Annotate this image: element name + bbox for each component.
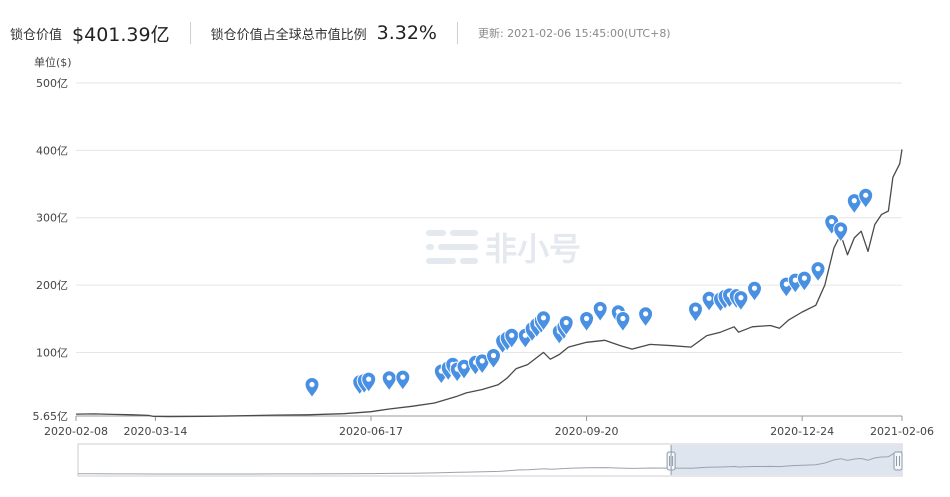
y-tick-label: 100亿 xyxy=(36,346,68,359)
event-pin-icon[interactable] xyxy=(746,280,763,303)
event-pin-icon[interactable] xyxy=(687,301,704,323)
y-axis-unit: 单位($) xyxy=(34,55,72,69)
x-tick-label: 2020-09-20 xyxy=(555,425,619,438)
event-pin-icon[interactable] xyxy=(485,348,502,370)
range-navigator[interactable] xyxy=(77,443,903,477)
event-pin-icon[interactable] xyxy=(796,270,812,293)
event-pin-icon[interactable] xyxy=(381,370,397,392)
tvl-line-chart[interactable]: 非小号 5.65亿 100亿 200亿 300亿 400亿 500亿 单位($) 2020-… xyxy=(0,0,950,497)
event-pin-icon[interactable] xyxy=(833,221,849,243)
watermark-logo-icon xyxy=(426,230,478,264)
x-axis: 2020-02-08 2020-03-14 2020-06-17 2020-09-20… xyxy=(44,416,934,438)
y-tick-label: 200亿 xyxy=(36,279,68,292)
watermark-text: 非小号 xyxy=(485,230,581,268)
event-pin-icon[interactable] xyxy=(858,187,874,210)
event-pin-icon[interactable] xyxy=(395,369,411,392)
event-pin-icon[interactable] xyxy=(638,306,654,328)
x-tick-label: 2020-02-08 xyxy=(44,425,108,438)
event-pin-icon[interactable] xyxy=(579,311,595,333)
event-pin-icon[interactable] xyxy=(592,300,608,323)
navigator-right-handle[interactable] xyxy=(893,451,903,471)
y-tick-label: 400亿 xyxy=(36,144,68,157)
event-markers xyxy=(304,187,874,399)
x-tick-label: 2020-12-24 xyxy=(770,425,834,438)
y-axis: 5.65亿 100亿 200亿 300亿 400亿 500亿 单位($) xyxy=(33,55,72,423)
y-tick-label: 5.65亿 xyxy=(33,410,69,423)
x-tick-label: 2021-02-06 xyxy=(870,425,934,438)
y-tick-label: 300亿 xyxy=(36,212,68,225)
watermark: 非小号 xyxy=(426,230,581,268)
event-pin-icon[interactable] xyxy=(615,311,631,333)
x-tick-label: 2020-03-14 xyxy=(123,425,187,438)
y-tick-label: 500亿 xyxy=(36,77,68,90)
event-pin-icon[interactable] xyxy=(304,377,320,399)
tvl-series-line xyxy=(75,149,903,418)
x-tick-label: 2020-06-17 xyxy=(339,425,403,438)
event-pin-icon[interactable] xyxy=(810,261,826,283)
